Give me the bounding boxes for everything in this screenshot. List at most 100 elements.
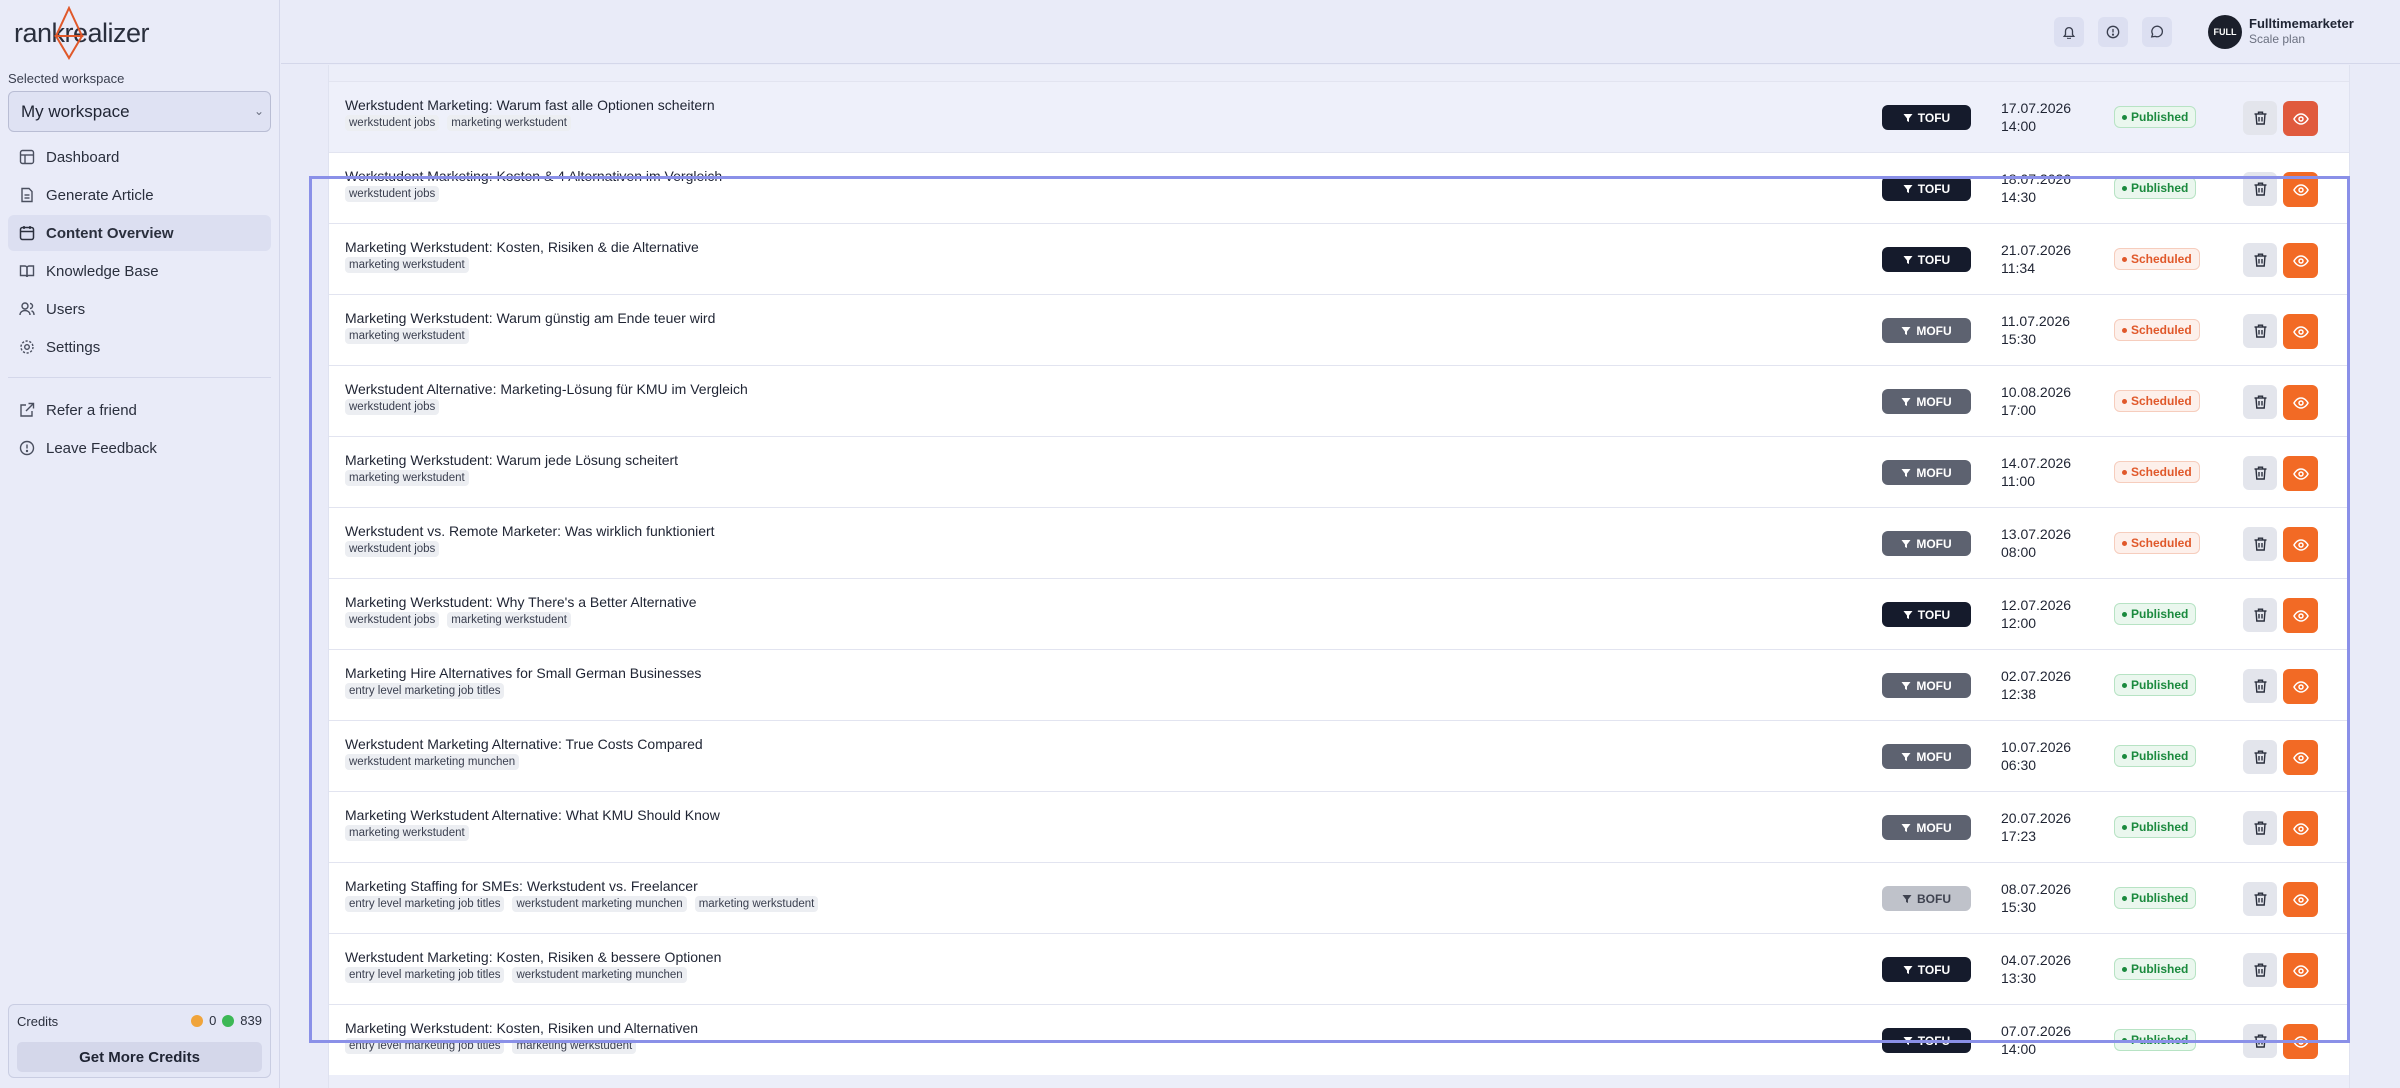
article-title[interactable]: Marketing Staffing for SMEs: Werkstudent… <box>345 878 698 894</box>
table-row[interactable]: Marketing Werkstudent: Why There's a Bet… <box>329 578 2349 649</box>
trash-icon <box>2254 608 2266 622</box>
table-row[interactable]: Werkstudent vs. Remote Marketer: Was wir… <box>329 507 2349 578</box>
sidebar-item-refer-a-friend[interactable]: Refer a friend <box>8 392 271 428</box>
info-icon[interactable] <box>2098 17 2128 47</box>
sidebar-item-content-overview[interactable]: Content Overview <box>8 215 271 251</box>
table-row[interactable]: Werkstudent Alternative: Marketing-Lösun… <box>329 365 2349 436</box>
view-button[interactable] <box>2283 456 2318 491</box>
delete-button[interactable] <box>2243 882 2277 916</box>
delete-button[interactable] <box>2243 598 2277 632</box>
keyword-tag: werkstudent jobs <box>345 612 440 628</box>
table-row[interactable]: Marketing Werkstudent: Warum jede Lösung… <box>329 436 2349 507</box>
article-title[interactable]: Marketing Werkstudent Alternative: What … <box>345 807 720 823</box>
view-button[interactable] <box>2283 172 2318 207</box>
publish-time: 17:00 <box>2001 402 2037 418</box>
status-badge: Scheduled <box>2114 532 2200 554</box>
sidebar-item-knowledge-base[interactable]: Knowledge Base <box>8 253 271 289</box>
keyword-tags: entry level marketing job titles <box>345 683 505 699</box>
delete-button[interactable] <box>2243 172 2277 206</box>
article-title[interactable]: Werkstudent vs. Remote Marketer: Was wir… <box>345 523 715 539</box>
chat-icon[interactable] <box>2142 17 2172 47</box>
table-row[interactable]: Marketing Werkstudent: Kosten, Risiken u… <box>329 1004 2349 1075</box>
article-title[interactable]: Marketing Werkstudent: Warum günstig am … <box>345 310 715 326</box>
table-row[interactable]: Marketing Hire Alternatives for Small Ge… <box>329 649 2349 720</box>
view-button[interactable] <box>2283 243 2318 278</box>
view-button[interactable] <box>2283 101 2318 136</box>
funnel-badge: MOFU <box>1882 531 1971 556</box>
article-title[interactable]: Marketing Werkstudent: Warum jede Lösung… <box>345 452 678 468</box>
article-title[interactable]: Werkstudent Marketing: Warum fast alle O… <box>345 97 715 113</box>
funnel-icon <box>1902 894 1912 903</box>
publish-date: 13.07.2026 <box>2001 526 2072 542</box>
table-row[interactable]: Marketing Werkstudent Alternative: What … <box>329 791 2349 862</box>
status-label: Scheduled <box>2131 394 2192 408</box>
sidebar-item-settings[interactable]: Settings <box>8 329 271 365</box>
keyword-tag: werkstudent jobs <box>345 541 440 557</box>
table-row[interactable]: Werkstudent Marketing: Kosten, Risiken &… <box>329 933 2349 1004</box>
funnel-icon <box>1903 965 1913 974</box>
eye-icon <box>2292 538 2309 551</box>
article-title[interactable]: Werkstudent Marketing Alternative: True … <box>345 736 703 752</box>
delete-button[interactable] <box>2243 811 2277 845</box>
publish-time: 12:00 <box>2001 615 2037 631</box>
table-row[interactable]: Werkstudent Marketing Alternative: True … <box>329 720 2349 791</box>
delete-button[interactable] <box>2243 243 2277 277</box>
status-label: Published <box>2131 181 2189 195</box>
eye-icon <box>2292 609 2309 622</box>
view-button[interactable] <box>2283 598 2318 633</box>
keyword-tags: werkstudent jobs <box>345 399 440 415</box>
trash-icon <box>2254 750 2266 764</box>
delete-button[interactable] <box>2243 1024 2277 1058</box>
delete-button[interactable] <box>2243 740 2277 774</box>
delete-button[interactable] <box>2243 669 2277 703</box>
sidebar-item-dashboard[interactable]: Dashboard <box>8 139 271 175</box>
status-dot-icon <box>2122 540 2127 546</box>
keyword-tag: marketing werkstudent <box>447 115 571 131</box>
funnel-label: TOFU <box>1917 252 1951 267</box>
table-row[interactable]: Werkstudent Marketing: Warum fast alle O… <box>329 81 2349 152</box>
view-button[interactable] <box>2283 669 2318 704</box>
keyword-tag: entry level marketing job titles <box>345 967 505 983</box>
view-button[interactable] <box>2283 740 2318 775</box>
delete-button[interactable] <box>2243 953 2277 987</box>
get-more-credits-button[interactable]: Get More Credits <box>17 1042 262 1072</box>
workspace-value: My workspace <box>21 101 130 121</box>
delete-button[interactable] <box>2243 101 2277 135</box>
table-row[interactable]: Marketing Werkstudent: Warum günstig am … <box>329 294 2349 365</box>
chevron-down-icon: ⌄ <box>253 104 264 118</box>
view-button[interactable] <box>2283 1024 2318 1059</box>
view-button[interactable] <box>2283 314 2318 349</box>
keyword-tags: marketing werkstudent <box>345 328 469 344</box>
sidebar-item-users[interactable]: Users <box>8 291 271 327</box>
sidebar-item-leave-feedback[interactable]: Leave Feedback <box>8 430 271 466</box>
article-title[interactable]: Werkstudent Marketing: Kosten, Risiken &… <box>345 949 721 965</box>
view-button[interactable] <box>2283 811 2318 846</box>
main-content: Werkstudent Marketing: Warum fast alle O… <box>281 65 2400 1088</box>
article-title[interactable]: Marketing Werkstudent: Kosten, Risiken &… <box>345 239 699 255</box>
view-button[interactable] <box>2283 527 2318 562</box>
view-button[interactable] <box>2283 882 2318 917</box>
view-button[interactable] <box>2283 385 2318 420</box>
delete-button[interactable] <box>2243 385 2277 419</box>
view-button[interactable] <box>2283 953 2318 988</box>
article-title[interactable]: Marketing Werkstudent: Kosten, Risiken u… <box>345 1020 698 1036</box>
article-title[interactable]: Marketing Hire Alternatives for Small Ge… <box>345 665 701 681</box>
sidebar: rankrealizer Selected workspace My works… <box>0 0 280 1088</box>
article-title[interactable]: Werkstudent Marketing: Kosten & 4 Altern… <box>345 168 722 184</box>
delete-button[interactable] <box>2243 456 2277 490</box>
logo-mark-icon <box>54 6 84 60</box>
delete-button[interactable] <box>2243 527 2277 561</box>
article-title[interactable]: Werkstudent Alternative: Marketing-Lösun… <box>345 381 748 397</box>
table-row[interactable]: Marketing Staffing for SMEs: Werkstudent… <box>329 862 2349 933</box>
delete-button[interactable] <box>2243 314 2277 348</box>
avatar[interactable]: FULL <box>2208 15 2242 49</box>
table-row[interactable]: Marketing Werkstudent: Kosten, Risiken &… <box>329 223 2349 294</box>
article-title[interactable]: Marketing Werkstudent: Why There's a Bet… <box>345 594 697 610</box>
logo[interactable]: rankrealizer <box>14 6 150 60</box>
funnel-icon <box>1901 539 1911 548</box>
sidebar-item-generate-article[interactable]: Generate Article <box>8 177 271 213</box>
status-label: Published <box>2131 962 2189 976</box>
bell-icon[interactable] <box>2054 17 2084 47</box>
table-row[interactable]: Werkstudent Marketing: Kosten & 4 Altern… <box>329 152 2349 223</box>
workspace-select[interactable]: My workspace ⌄ <box>8 91 271 132</box>
